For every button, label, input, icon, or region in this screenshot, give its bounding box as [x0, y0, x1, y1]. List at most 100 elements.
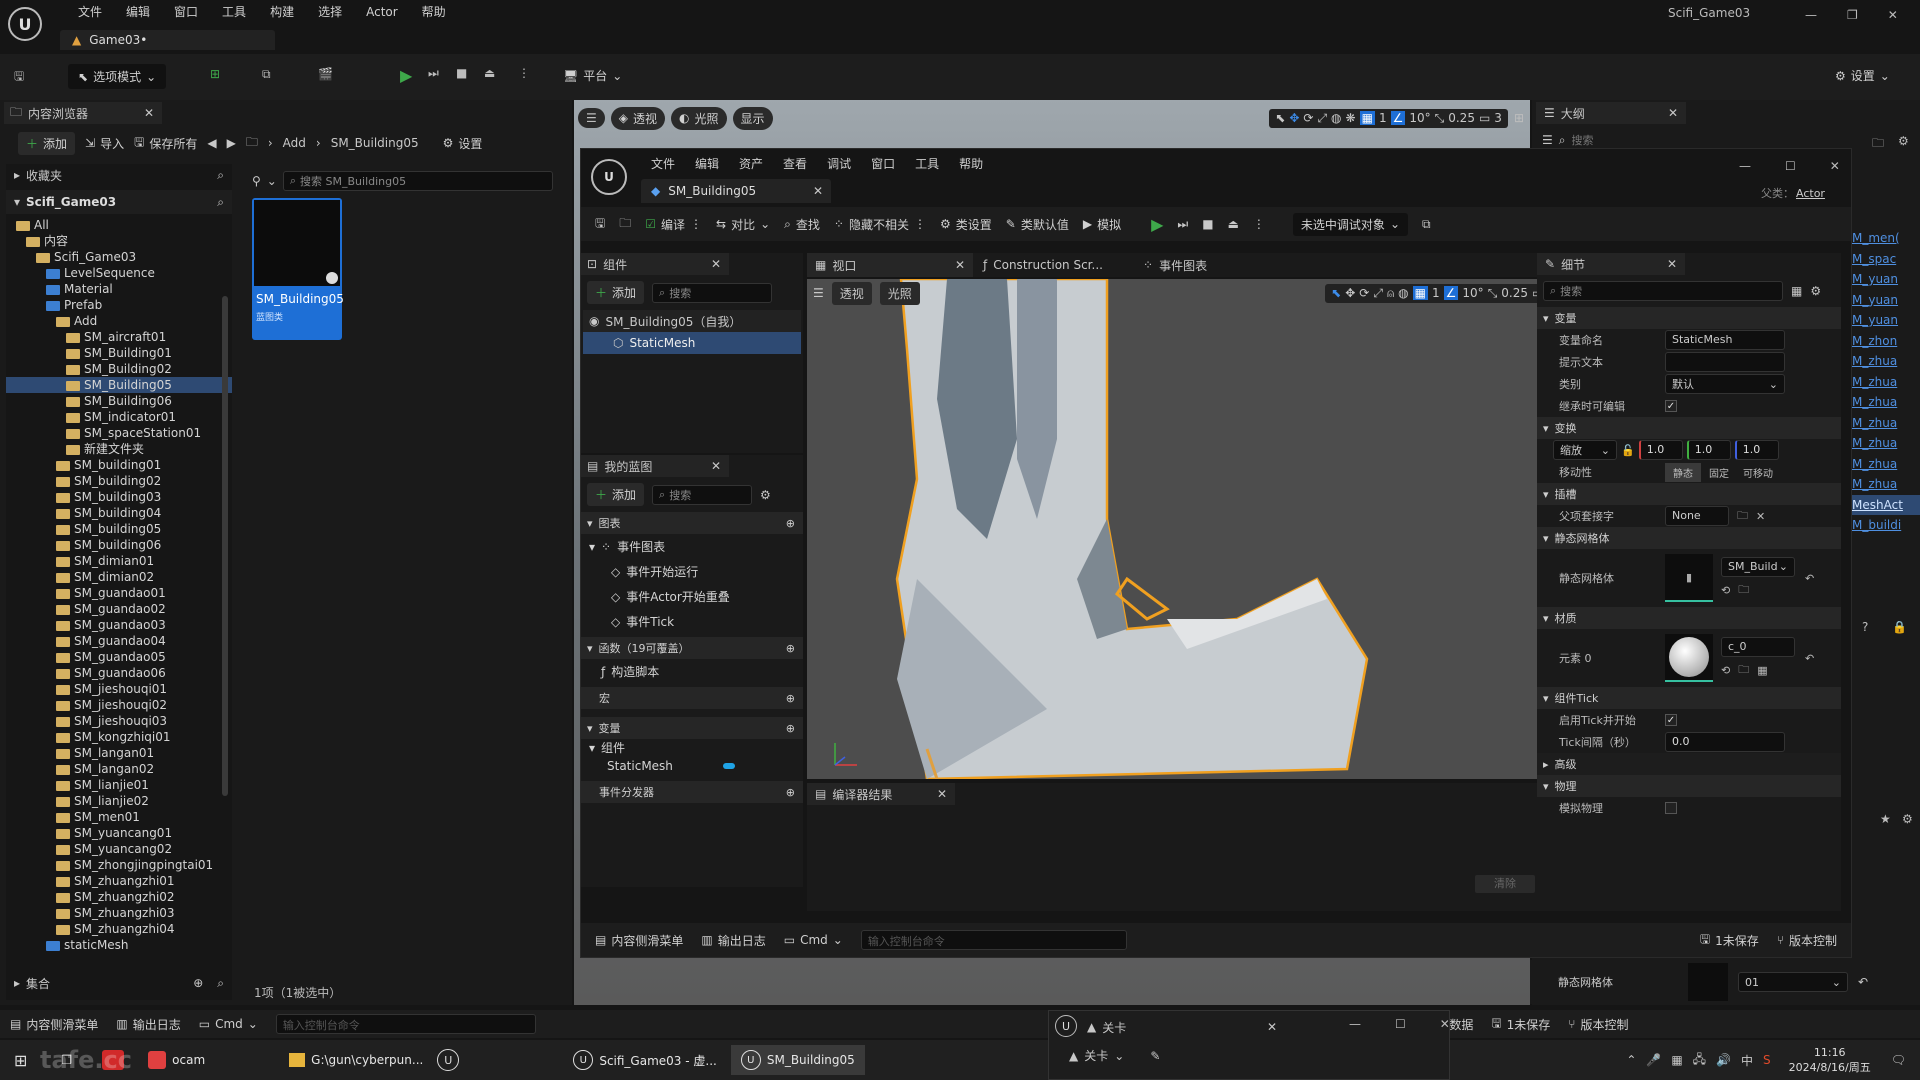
windows-start-icon[interactable]: ⊞	[14, 1051, 27, 1070]
save-icon[interactable]: 🖫	[14, 67, 24, 88]
scale-snap-icon[interactable]: ⤡	[1488, 286, 1498, 301]
outliner-item[interactable]: M_men(	[1852, 228, 1920, 249]
rotate-icon[interactable]: ⟳	[1303, 111, 1313, 125]
close-icon[interactable]: ✕	[813, 184, 823, 198]
component-root[interactable]: ◉ SM_Building05（自我）	[583, 310, 801, 332]
details-sec-transform[interactable]: ▾ 变换	[1537, 417, 1841, 439]
step-icon[interactable]: ⏭	[428, 66, 439, 81]
mbp-add-button[interactable]: ＋ 添加	[587, 483, 645, 506]
close-icon[interactable]: ✕	[711, 459, 721, 473]
editable-checkbox[interactable]: ✓	[1665, 400, 1677, 412]
details-sec-materials[interactable]: ▾ 材质	[1537, 607, 1841, 629]
bp-menu-item[interactable]: 帮助	[949, 155, 993, 172]
unreal-taskbar-icon[interactable]: U	[437, 1049, 460, 1071]
stop-icon[interactable]: ■	[456, 66, 467, 80]
var-name-input[interactable]: StaticMesh	[1665, 330, 1785, 350]
cb-save-all-button[interactable]: 🖫 保存所有	[134, 133, 197, 154]
eject-icon[interactable]: ⏏	[1228, 217, 1239, 231]
maximize-icon[interactable]: ❐	[1847, 8, 1858, 22]
tray-chevron-icon[interactable]: ⌃	[1626, 1053, 1636, 1067]
folder-tree-item[interactable]: SM_building02	[6, 473, 232, 489]
root-header[interactable]: ▾ Scifi_Game03 ⌕	[6, 190, 232, 214]
close-icon[interactable]: ✕	[955, 258, 965, 272]
favorites-header[interactable]: ▸ 收藏夹 ⌕	[6, 164, 232, 186]
grid-snap-icon[interactable]: ▦	[1412, 286, 1428, 300]
static-mesh-thumbnail[interactable]: ▮	[1665, 554, 1713, 602]
debug-icon[interactable]: ⧉	[1422, 217, 1431, 232]
components-tab[interactable]: ⊡ 组件 ✕	[581, 253, 729, 275]
outliner-tab[interactable]: ☰ 大纲 ✕	[1536, 102, 1686, 124]
category-select[interactable]: 默认 ⌄	[1665, 374, 1785, 394]
content-drawer-button[interactable]: ▤ 内容侧滑菜单	[10, 1016, 98, 1033]
graphs-section[interactable]: ▾ 图表 ⊕	[581, 512, 803, 534]
compiler-tab[interactable]: ▤ 编译器结果 ✕	[807, 783, 955, 805]
angle-value[interactable]: 10°	[1409, 111, 1430, 125]
outer-mesh-select[interactable]: 01 ⌄	[1738, 972, 1848, 992]
bp-menu-item[interactable]: 资产	[729, 155, 773, 172]
platform-button[interactable]: 🖥 平台 ⌄	[563, 67, 622, 84]
history-back-icon[interactable]: ◀	[207, 136, 216, 150]
tab-construction[interactable]: ƒ Construction Scr...	[973, 253, 1133, 277]
folder-tree-item[interactable]: SM_building06	[6, 537, 232, 553]
debug-target-select[interactable]: 未选中调试对象 ⌄	[1292, 212, 1408, 236]
camera-speed-icon[interactable]: ▭	[1479, 111, 1490, 125]
tick-start-checkbox[interactable]: ✓	[1665, 714, 1677, 726]
tooltip-input[interactable]	[1665, 352, 1785, 372]
more-icon[interactable]: ⋮	[1253, 217, 1265, 231]
outliner-item[interactable]: M_zhon	[1852, 331, 1920, 352]
close-icon[interactable]: ✕	[1440, 1017, 1450, 1031]
outliner-item[interactable]: M_zhua	[1852, 454, 1920, 475]
select-icon[interactable]: ⬉	[1275, 111, 1285, 125]
browse-icon[interactable]: 🗀	[1738, 581, 1749, 600]
eject-icon[interactable]: ⏏	[484, 66, 495, 80]
bp-scale-value[interactable]: 0.25	[1501, 286, 1528, 300]
outliner-search[interactable]: ☰ ⌕ 搜索	[1542, 130, 1842, 150]
outliner-item[interactable]: M_yuan	[1852, 269, 1920, 290]
console-input[interactable]: 输入控制台命令	[275, 1014, 536, 1034]
folder-tree-item[interactable]: SM_zhuangzhi04	[6, 921, 232, 937]
main-menu-item[interactable]: 窗口	[162, 3, 210, 20]
tab-event-graph[interactable]: ⁘ 事件图表	[1133, 253, 1243, 277]
folder-tree-item[interactable]: SM_jieshouqi02	[6, 697, 232, 713]
mic-icon[interactable]: 🎤	[1646, 1053, 1661, 1067]
surface-snap-icon[interactable]: ⍝	[1387, 286, 1394, 301]
folder-tree-item[interactable]: 新建文件夹	[6, 441, 232, 457]
close-icon[interactable]: ✕	[937, 787, 947, 801]
bp-menu-item[interactable]: 编辑	[685, 155, 729, 172]
close-icon[interactable]: ✕	[144, 106, 154, 120]
material-thumbnail[interactable]	[1665, 634, 1713, 682]
folder-tree-item[interactable]: SM_Building06	[6, 393, 232, 409]
bp-menu-item[interactable]: 查看	[773, 155, 817, 172]
lock-icon[interactable]: 🔒	[1892, 620, 1907, 634]
use-selected-icon[interactable]: ⟲	[1721, 664, 1730, 677]
folder-tree-item[interactable]: Material	[6, 281, 232, 297]
show-button[interactable]: 显示	[732, 106, 773, 130]
folder-tree-item[interactable]: SM_aircraft01	[6, 329, 232, 345]
grid-snap-icon[interactable]: ▦	[1359, 111, 1375, 125]
folder-tree-item[interactable]: SM_zhuangzhi01	[6, 873, 232, 889]
folder-tree-item[interactable]: SM_Building02	[6, 361, 232, 377]
bp-angle-value[interactable]: 10°	[1462, 286, 1483, 300]
clock[interactable]: 11:16 2024/8/16/周五	[1789, 1045, 1871, 1075]
cb-settings-button[interactable]: ⚙ 设置	[443, 135, 483, 152]
find-button[interactable]: ⌕ 查找	[784, 216, 820, 233]
folder-tree-item[interactable]: SM_langan01	[6, 745, 232, 761]
main-tab[interactable]: ▲ Game03•	[60, 30, 275, 50]
scale-y-input[interactable]: 1.0	[1686, 440, 1731, 460]
blueprint-icon[interactable]: ⧉	[262, 67, 271, 82]
folder-tree-item[interactable]: All	[6, 217, 232, 233]
folder-tree-item[interactable]: SM_jieshouqi01	[6, 681, 232, 697]
filter-icon[interactable]: ⚲	[252, 174, 261, 188]
folder-tree-item[interactable]: SM_Building01	[6, 345, 232, 361]
add-actor-icon[interactable]: ⊞	[210, 67, 220, 81]
folder-tree-item[interactable]: SM_spaceStation01	[6, 425, 232, 441]
folder-tree-item[interactable]: SM_building04	[6, 505, 232, 521]
gear-icon[interactable]: ⚙	[1902, 812, 1913, 826]
breadcrumb-current[interactable]: SM_Building05	[331, 136, 419, 150]
mbp-search[interactable]: ⌕ 搜索	[652, 484, 753, 505]
details-sec-tick[interactable]: ▾ 组件Tick	[1537, 687, 1841, 709]
cinematics-icon[interactable]: 🎬	[318, 67, 333, 81]
bp-menu-item[interactable]: 窗口	[861, 155, 905, 172]
main-menu-item[interactable]: 帮助	[410, 3, 458, 20]
folder-tree-item[interactable]: SM_lianjie02	[6, 793, 232, 809]
